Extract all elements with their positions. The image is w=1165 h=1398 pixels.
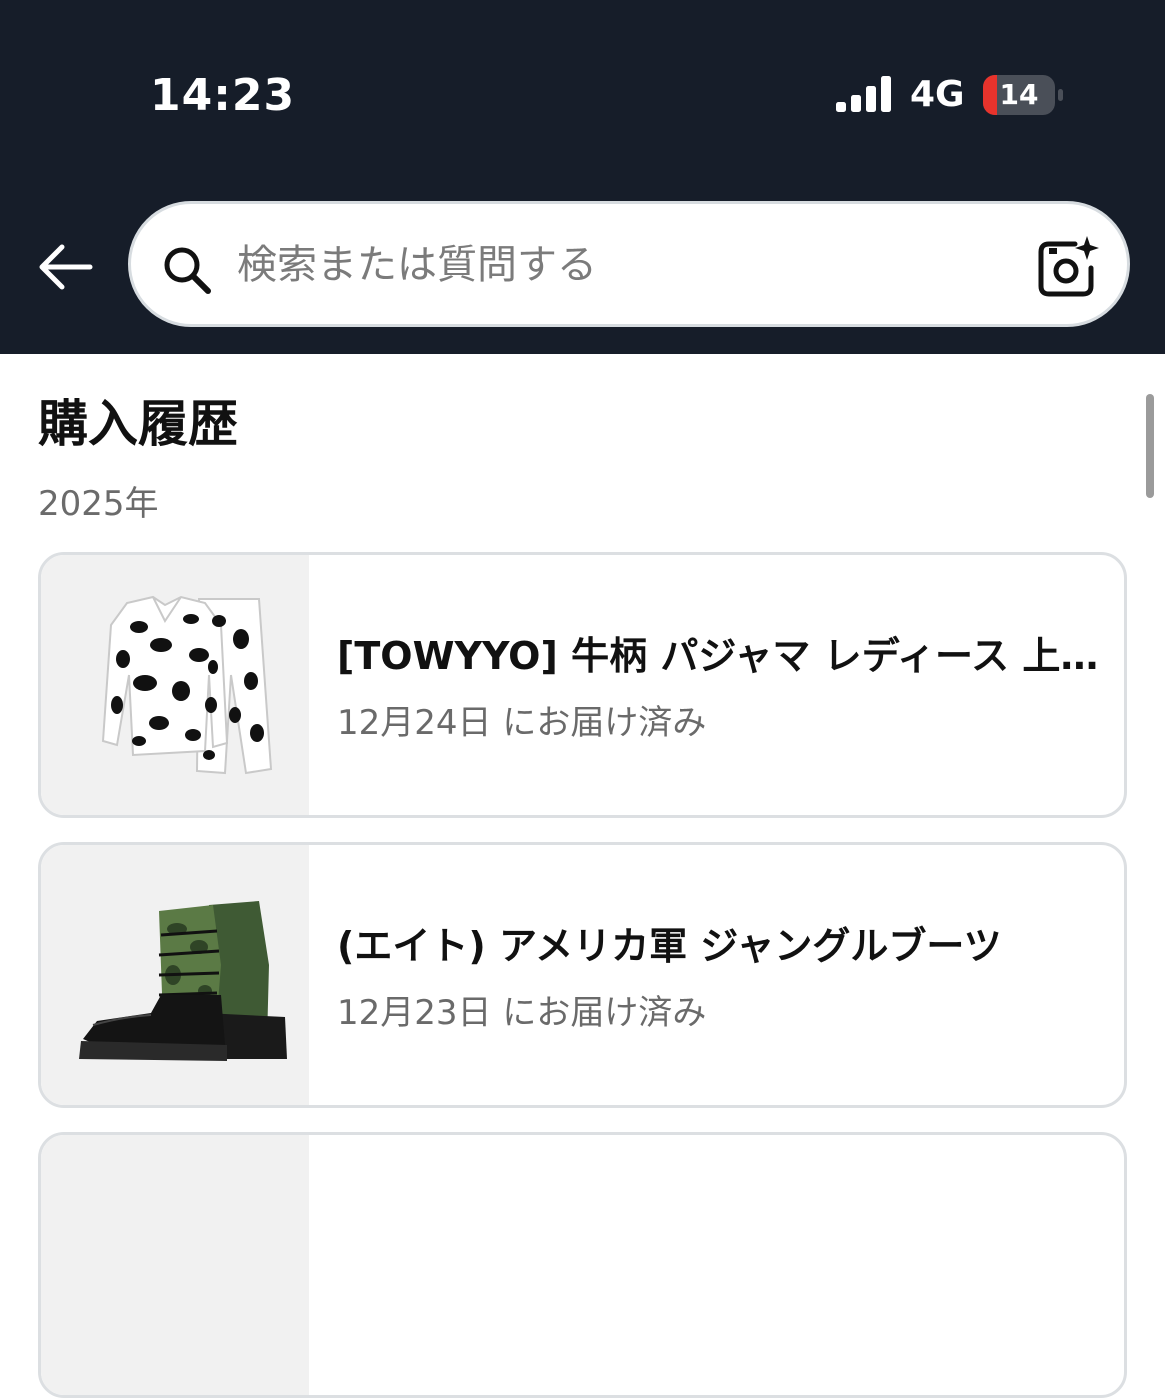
jungle-boots-image — [79, 901, 287, 1061]
order-item-title[interactable]: (エイト) アメリカ軍 ジャングルブーツ — [337, 919, 1107, 973]
search-input[interactable] — [237, 234, 997, 296]
product-thumbnail — [41, 1135, 309, 1395]
search-bar[interactable] — [128, 201, 1130, 327]
order-delivery-status: 12月24日 にお届け済み — [337, 703, 707, 743]
year-heading: 2025年 — [38, 484, 159, 524]
signal-strength-icon — [836, 76, 891, 112]
order-delivery-status: 12月23日 にお届け済み — [337, 993, 707, 1033]
battery-level: 14 — [999, 78, 1039, 111]
camera-search-icon[interactable] — [1035, 234, 1101, 300]
order-card[interactable]: (エイト) アメリカ軍 ジャングルブーツ 12月23日 にお届け済み — [38, 842, 1127, 1108]
back-arrow-icon[interactable] — [34, 240, 96, 294]
search-icon — [164, 247, 211, 294]
status-time: 14:23 — [150, 70, 296, 121]
order-card[interactable]: [TOWYYO] 牛柄 パジャマ レディース 上下セット 12月24日 にお届け… — [38, 552, 1127, 818]
scrollbar[interactable] — [1146, 394, 1154, 498]
cow-print-pajamas-image — [101, 595, 273, 775]
product-thumbnail — [41, 845, 309, 1105]
app-header: 14:23 4G 14 — [0, 0, 1165, 354]
network-type: 4G — [910, 74, 965, 115]
order-card[interactable] — [38, 1132, 1127, 1398]
page-title: 購入履歴 — [38, 395, 238, 453]
order-item-title[interactable]: [TOWYYO] 牛柄 パジャマ レディース 上下セット — [337, 629, 1107, 683]
product-thumbnail — [41, 555, 309, 815]
